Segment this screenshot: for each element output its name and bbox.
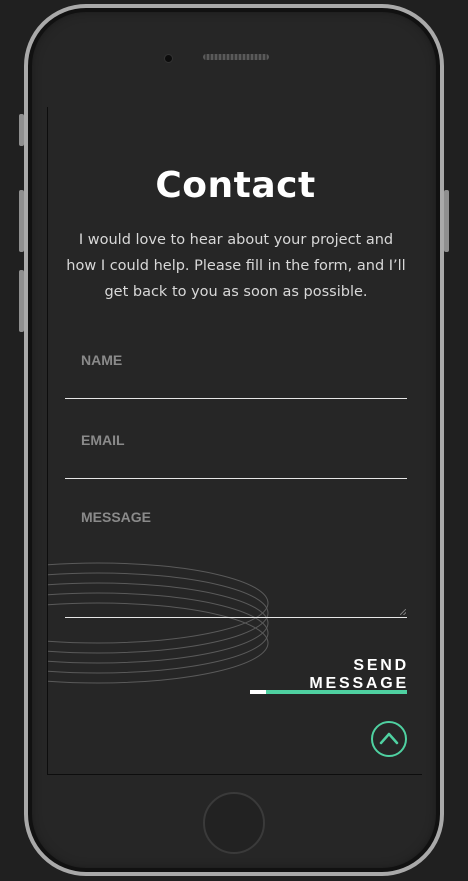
phone-power-button <box>444 190 449 252</box>
page-title: Contact <box>155 165 316 206</box>
underline-highlight <box>250 690 266 694</box>
earpiece-speaker <box>203 54 269 60</box>
resize-grip-icon[interactable] <box>400 609 406 615</box>
send-message-button[interactable]: SEND MESSAGE <box>250 655 407 695</box>
send-button-underline <box>250 690 407 694</box>
message-textarea[interactable] <box>65 499 407 617</box>
email-input[interactable] <box>65 421 407 459</box>
device-stage: Contact I would love to hear about your … <box>0 0 468 881</box>
home-button[interactable] <box>203 792 265 854</box>
phone-screen: Contact I would love to hear about your … <box>47 107 422 775</box>
front-camera <box>164 54 173 63</box>
send-message-label: SEND MESSAGE <box>309 657 409 692</box>
name-input[interactable] <box>65 341 407 379</box>
intro-text: I would love to hear about your project … <box>66 232 406 300</box>
name-field <box>65 339 407 399</box>
scroll-to-top-button[interactable] <box>371 721 407 757</box>
message-field <box>65 499 407 618</box>
email-field <box>65 419 407 479</box>
chevron-up-icon <box>379 732 399 745</box>
